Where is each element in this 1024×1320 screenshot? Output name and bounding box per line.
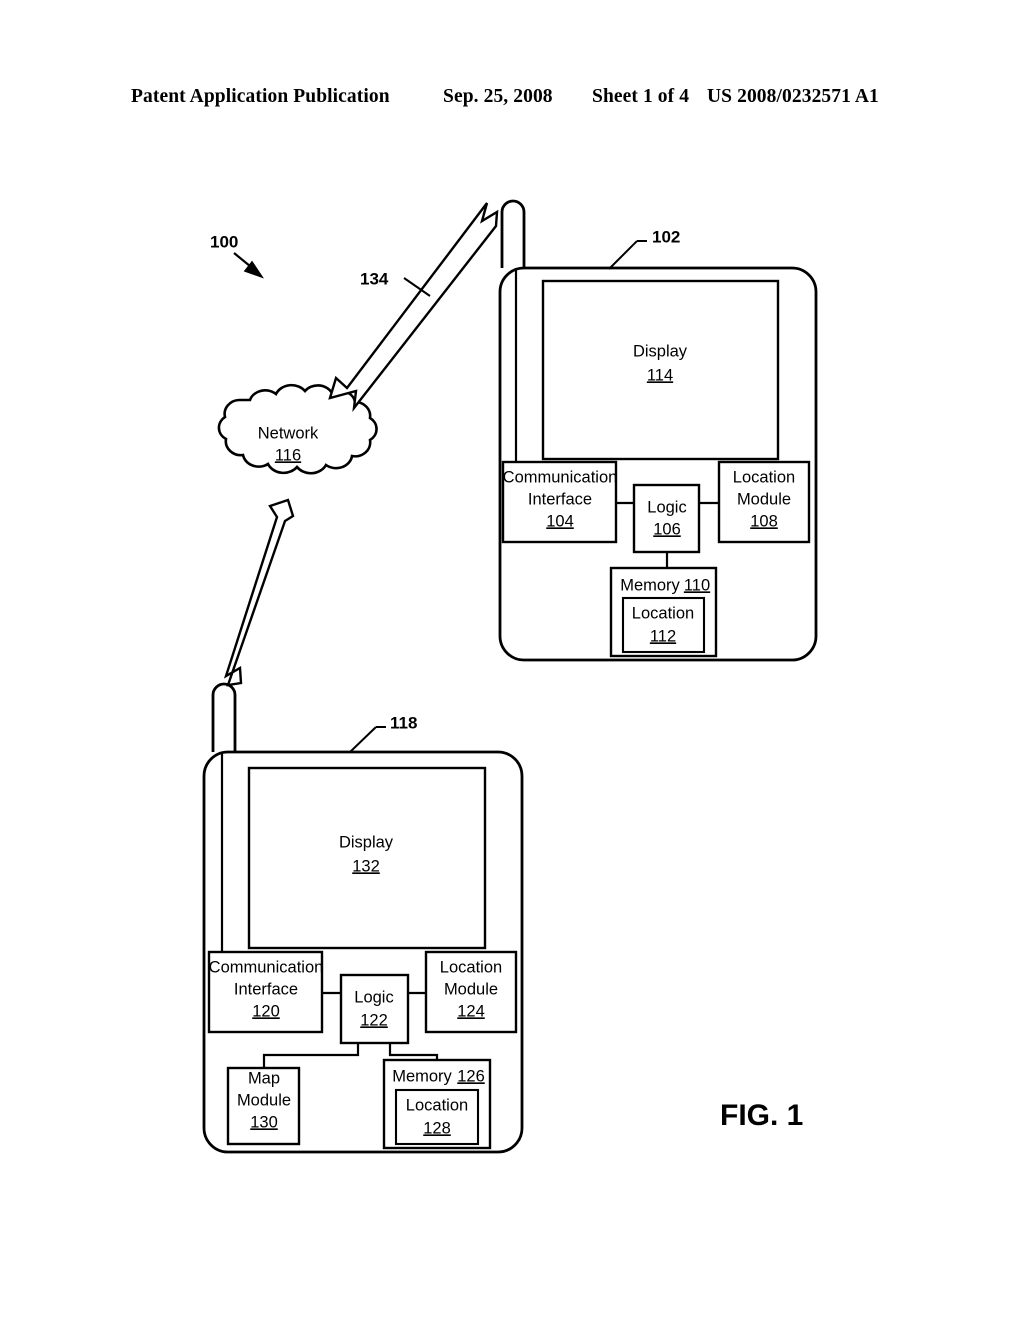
device-102-memory-ref: 110 [684, 576, 710, 594]
ref-100: 100 [210, 232, 238, 251]
device-102-memory: Memory 110 Location 112 [609, 566, 718, 658]
ref-134: 134 [360, 269, 389, 288]
device-102-lm-ref: 108 [750, 512, 778, 530]
device-102-location-module: Location Module 108 [717, 460, 811, 544]
wireless-link-lower [223, 498, 295, 687]
device-102-memory-location-ref: 112 [650, 627, 676, 645]
device-118-mm-ref: 130 [250, 1113, 278, 1131]
device-102-logic: Logic 106 [632, 483, 701, 554]
device-102-lm-line2: Module [737, 490, 791, 508]
device-118-logic: Logic 122 [339, 973, 410, 1045]
device-118-memory-label: Memory [392, 1067, 452, 1085]
network-cloud: Network 116 [217, 383, 378, 475]
device-118-ci-ref: 120 [252, 1002, 280, 1020]
device-102-ci-line2: Interface [528, 490, 592, 508]
device-102-display: Display 114 [541, 279, 780, 461]
device-102-lm-line1: Location [733, 468, 795, 486]
device-118-mm-line2: Module [237, 1091, 291, 1109]
ref-102-leader [608, 240, 647, 270]
device-118-logic-label: Logic [354, 988, 393, 1006]
device-118-memory-location-label: Location [406, 1096, 468, 1114]
figure-label: FIG. 1 [720, 1099, 803, 1132]
device-118-memory: Memory 126 Location 128 [382, 1058, 492, 1150]
device-118-conn-logic-mapmodule [262, 1043, 360, 1068]
ref-100-arrow [233, 252, 264, 279]
device-118-location-module: Location Module 124 [424, 950, 518, 1034]
device-118-lm-line2: Module [444, 980, 498, 998]
device-118: Display 132 Communication Interface 120 … [202, 682, 524, 1154]
ref-118-leader [349, 726, 386, 753]
device-102-logic-ref: 106 [653, 520, 681, 538]
device-118-logic-ref: 122 [360, 1011, 388, 1029]
device-118-display: Display 132 [247, 766, 487, 950]
device-102-communication-interface: Communication Interface 104 [501, 460, 618, 544]
device-102: Display 114 Communication Interface 104 … [498, 199, 818, 662]
device-102-memory-label: Memory [620, 576, 680, 594]
device-102-antenna [500, 199, 526, 268]
network-label: Network [258, 424, 319, 442]
device-102-shell [498, 266, 818, 662]
device-102-display-label: Display [633, 342, 688, 360]
device-118-conn-logic-memory [388, 1043, 439, 1060]
network-ref: 116 [275, 446, 301, 464]
device-118-ci-line1: Communication [209, 958, 324, 976]
device-118-antenna [211, 682, 237, 752]
device-118-display-label: Display [339, 833, 394, 851]
device-118-communication-interface: Communication Interface 120 [207, 950, 324, 1034]
device-118-lm-ref: 124 [457, 1002, 485, 1020]
ref-118: 118 [390, 713, 417, 732]
wireless-link-134: 134 [328, 202, 499, 413]
device-118-display-ref: 132 [352, 857, 380, 875]
device-102-memory-location-label: Location [632, 604, 694, 622]
device-118-ci-line2: Interface [234, 980, 298, 998]
device-102-ci-line1: Communication [503, 468, 618, 486]
device-102-ci-ref: 104 [546, 512, 574, 530]
device-118-memory-location-ref: 128 [423, 1119, 451, 1137]
figure-svg: 100 Network 116 134 Display 114 Communic… [202, 199, 818, 1154]
device-118-lm-line1: Location [440, 958, 502, 976]
device-102-display-ref: 114 [647, 366, 673, 384]
device-118-map-module: Map Module 130 [226, 1066, 301, 1146]
ref-102: 102 [652, 227, 680, 246]
patent-figure-1: 100 Network 116 134 Display 114 Communic… [0, 0, 1024, 1320]
device-102-logic-label: Logic [647, 498, 686, 516]
device-118-memory-ref: 126 [457, 1067, 485, 1085]
device-118-mm-line1: Map [248, 1069, 280, 1087]
